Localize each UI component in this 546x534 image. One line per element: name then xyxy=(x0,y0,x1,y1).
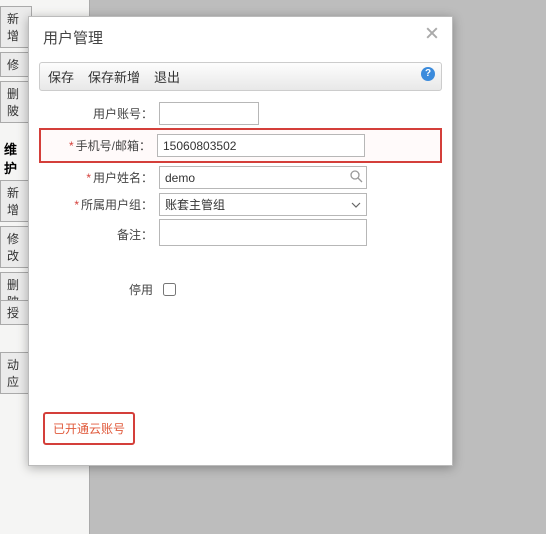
remark-label: 备注： xyxy=(39,226,159,243)
phone-label: *手机号/邮箱： xyxy=(41,137,157,154)
close-icon[interactable] xyxy=(426,27,440,41)
name-label: *用户姓名： xyxy=(39,169,159,186)
chevron-down-icon xyxy=(351,202,361,208)
help-icon[interactable]: ? xyxy=(421,67,435,81)
disable-label: 停用 xyxy=(39,281,159,298)
toolbar: 保存 保存新增 退出 ? xyxy=(39,62,442,91)
search-icon[interactable] xyxy=(350,170,363,183)
bg-maintain-heading: 维护 xyxy=(0,135,30,181)
account-label: 用户账号： xyxy=(39,105,159,122)
save-button[interactable]: 保存 xyxy=(48,67,74,86)
save-new-button[interactable]: 保存新增 xyxy=(88,67,140,86)
cloud-account-status: 已开通云账号 xyxy=(43,412,135,445)
exit-button[interactable]: 退出 xyxy=(154,67,180,86)
disable-checkbox[interactable] xyxy=(163,283,176,296)
user-management-modal: 用户管理 保存 保存新增 退出 ? 用户账号： *手机号/邮箱： xyxy=(28,16,453,466)
username-input[interactable] xyxy=(159,166,367,189)
remark-input[interactable] xyxy=(159,219,367,246)
modal-title: 用户管理 xyxy=(43,30,103,47)
group-label: *所属用户组： xyxy=(39,196,159,213)
phone-email-input[interactable] xyxy=(157,134,365,157)
user-group-select[interactable]: 账套主管组 xyxy=(159,193,367,216)
user-group-value: 账套主管组 xyxy=(165,196,225,213)
account-input[interactable] xyxy=(159,102,259,125)
